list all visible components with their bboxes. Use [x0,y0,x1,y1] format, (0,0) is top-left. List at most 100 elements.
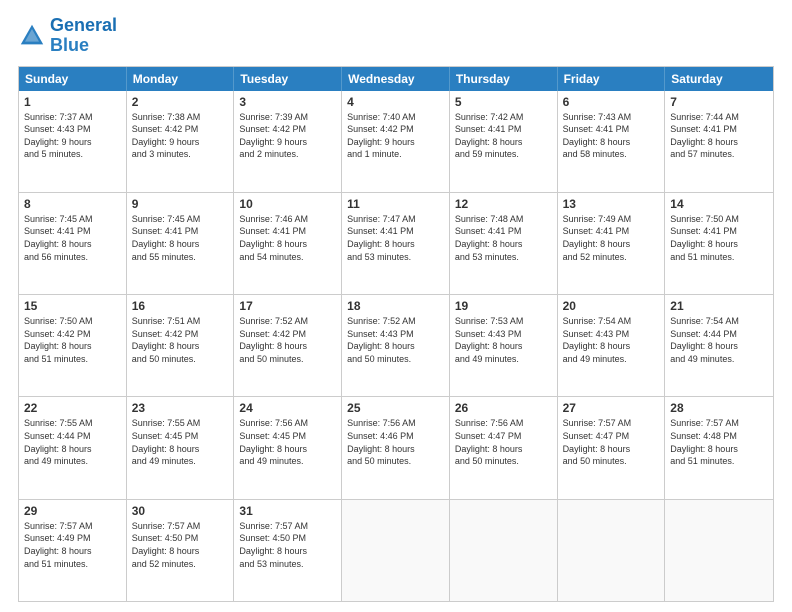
day-info: Sunrise: 7:43 AM Sunset: 4:41 PM Dayligh… [563,111,660,161]
day-number: 17 [239,299,336,313]
day-number: 10 [239,197,336,211]
day-number: 8 [24,197,121,211]
day-number: 12 [455,197,552,211]
day-number: 7 [670,95,768,109]
logo: General Blue [18,16,117,56]
day-number: 19 [455,299,552,313]
cal-cell: 12 Sunrise: 7:48 AM Sunset: 4:41 PM Dayli… [450,193,558,294]
day-info: Sunrise: 7:37 AM Sunset: 4:43 PM Dayligh… [24,111,121,161]
day-info: Sunrise: 7:54 AM Sunset: 4:44 PM Dayligh… [670,315,768,365]
day-info: Sunrise: 7:50 AM Sunset: 4:41 PM Dayligh… [670,213,768,263]
day-info: Sunrise: 7:45 AM Sunset: 4:41 PM Dayligh… [24,213,121,263]
cal-cell: 27 Sunrise: 7:57 AM Sunset: 4:47 PM Dayli… [558,397,666,498]
cal-cell: 24 Sunrise: 7:56 AM Sunset: 4:45 PM Dayli… [234,397,342,498]
cal-cell: 7 Sunrise: 7:44 AM Sunset: 4:41 PM Daylig… [665,91,773,192]
calendar: Sunday Monday Tuesday Wednesday Thursday… [18,66,774,602]
day-number: 31 [239,504,336,518]
col-tuesday: Tuesday [234,67,342,91]
cal-cell: 17 Sunrise: 7:52 AM Sunset: 4:42 PM Dayli… [234,295,342,396]
day-number: 6 [563,95,660,109]
logo-text: General Blue [50,16,117,56]
day-info: Sunrise: 7:38 AM Sunset: 4:42 PM Dayligh… [132,111,229,161]
day-info: Sunrise: 7:50 AM Sunset: 4:42 PM Dayligh… [24,315,121,365]
cal-cell [450,500,558,601]
cal-cell: 8 Sunrise: 7:45 AM Sunset: 4:41 PM Daylig… [19,193,127,294]
week-row-2: 8 Sunrise: 7:45 AM Sunset: 4:41 PM Daylig… [19,193,773,295]
cal-cell: 26 Sunrise: 7:56 AM Sunset: 4:47 PM Dayli… [450,397,558,498]
day-info: Sunrise: 7:40 AM Sunset: 4:42 PM Dayligh… [347,111,444,161]
day-number: 25 [347,401,444,415]
cal-cell: 21 Sunrise: 7:54 AM Sunset: 4:44 PM Dayli… [665,295,773,396]
day-info: Sunrise: 7:52 AM Sunset: 4:42 PM Dayligh… [239,315,336,365]
calendar-header: Sunday Monday Tuesday Wednesday Thursday… [19,67,773,91]
cal-cell: 9 Sunrise: 7:45 AM Sunset: 4:41 PM Daylig… [127,193,235,294]
calendar-body: 1Sunrise: 7:37 AM Sunset: 4:43 PM Daylig… [19,91,773,601]
day-info: Sunrise: 7:45 AM Sunset: 4:41 PM Dayligh… [132,213,229,263]
col-sunday: Sunday [19,67,127,91]
cal-cell: 6 Sunrise: 7:43 AM Sunset: 4:41 PM Daylig… [558,91,666,192]
week-row-5: 29Sunrise: 7:57 AM Sunset: 4:49 PM Dayli… [19,500,773,601]
day-info: Sunrise: 7:56 AM Sunset: 4:45 PM Dayligh… [239,417,336,467]
day-info: Sunrise: 7:46 AM Sunset: 4:41 PM Dayligh… [239,213,336,263]
day-number: 3 [239,95,336,109]
col-wednesday: Wednesday [342,67,450,91]
logo-icon [18,22,46,50]
day-number: 9 [132,197,229,211]
week-row-1: 1Sunrise: 7:37 AM Sunset: 4:43 PM Daylig… [19,91,773,193]
cal-cell: 5Sunrise: 7:42 AM Sunset: 4:41 PM Daylig… [450,91,558,192]
cal-cell: 31 Sunrise: 7:57 AM Sunset: 4:50 PM Dayli… [234,500,342,601]
cal-cell: 19 Sunrise: 7:53 AM Sunset: 4:43 PM Dayli… [450,295,558,396]
day-info: Sunrise: 7:56 AM Sunset: 4:46 PM Dayligh… [347,417,444,467]
cal-cell: 10 Sunrise: 7:46 AM Sunset: 4:41 PM Dayli… [234,193,342,294]
col-friday: Friday [558,67,666,91]
day-info: Sunrise: 7:48 AM Sunset: 4:41 PM Dayligh… [455,213,552,263]
day-info: Sunrise: 7:57 AM Sunset: 4:47 PM Dayligh… [563,417,660,467]
day-info: Sunrise: 7:49 AM Sunset: 4:41 PM Dayligh… [563,213,660,263]
day-info: Sunrise: 7:57 AM Sunset: 4:48 PM Dayligh… [670,417,768,467]
day-number: 11 [347,197,444,211]
day-info: Sunrise: 7:54 AM Sunset: 4:43 PM Dayligh… [563,315,660,365]
day-number: 15 [24,299,121,313]
page: General Blue Sunday Monday Tuesday Wedne… [0,0,792,612]
header: General Blue [18,16,774,56]
week-row-4: 22 Sunrise: 7:55 AM Sunset: 4:44 PM Dayli… [19,397,773,499]
day-info: Sunrise: 7:44 AM Sunset: 4:41 PM Dayligh… [670,111,768,161]
cal-cell: 11 Sunrise: 7:47 AM Sunset: 4:41 PM Dayli… [342,193,450,294]
day-number: 21 [670,299,768,313]
day-info: Sunrise: 7:56 AM Sunset: 4:47 PM Dayligh… [455,417,552,467]
cal-cell [342,500,450,601]
day-number: 29 [24,504,121,518]
day-info: Sunrise: 7:51 AM Sunset: 4:42 PM Dayligh… [132,315,229,365]
cal-cell: 2Sunrise: 7:38 AM Sunset: 4:42 PM Daylig… [127,91,235,192]
cal-cell [558,500,666,601]
day-info: Sunrise: 7:57 AM Sunset: 4:50 PM Dayligh… [132,520,229,570]
day-number: 23 [132,401,229,415]
day-number: 5 [455,95,552,109]
day-info: Sunrise: 7:55 AM Sunset: 4:44 PM Dayligh… [24,417,121,467]
cal-cell: 23 Sunrise: 7:55 AM Sunset: 4:45 PM Dayli… [127,397,235,498]
day-number: 22 [24,401,121,415]
day-number: 18 [347,299,444,313]
cal-cell [665,500,773,601]
cal-cell: 4 Sunrise: 7:40 AM Sunset: 4:42 PM Daylig… [342,91,450,192]
cal-cell: 13 Sunrise: 7:49 AM Sunset: 4:41 PM Dayli… [558,193,666,294]
day-number: 14 [670,197,768,211]
cal-cell: 29Sunrise: 7:57 AM Sunset: 4:49 PM Dayli… [19,500,127,601]
day-number: 28 [670,401,768,415]
day-info: Sunrise: 7:52 AM Sunset: 4:43 PM Dayligh… [347,315,444,365]
day-number: 13 [563,197,660,211]
day-number: 30 [132,504,229,518]
cal-cell: 15 Sunrise: 7:50 AM Sunset: 4:42 PM Dayli… [19,295,127,396]
day-info: Sunrise: 7:57 AM Sunset: 4:50 PM Dayligh… [239,520,336,570]
day-number: 27 [563,401,660,415]
day-number: 26 [455,401,552,415]
cal-cell: 20Sunrise: 7:54 AM Sunset: 4:43 PM Dayli… [558,295,666,396]
day-info: Sunrise: 7:55 AM Sunset: 4:45 PM Dayligh… [132,417,229,467]
day-info: Sunrise: 7:47 AM Sunset: 4:41 PM Dayligh… [347,213,444,263]
cal-cell: 1Sunrise: 7:37 AM Sunset: 4:43 PM Daylig… [19,91,127,192]
day-number: 24 [239,401,336,415]
cal-cell: 14 Sunrise: 7:50 AM Sunset: 4:41 PM Dayli… [665,193,773,294]
col-thursday: Thursday [450,67,558,91]
day-info: Sunrise: 7:53 AM Sunset: 4:43 PM Dayligh… [455,315,552,365]
day-number: 4 [347,95,444,109]
